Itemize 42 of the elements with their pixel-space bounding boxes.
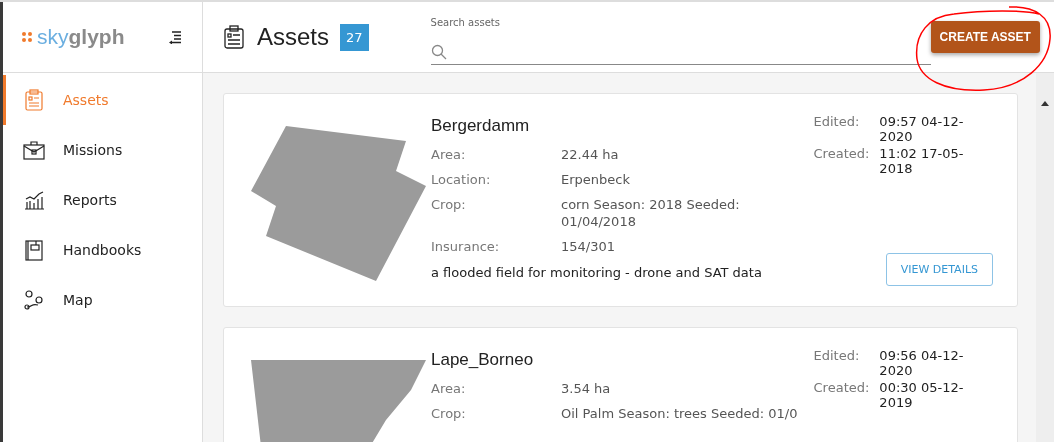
book-icon [23,239,45,261]
logo: skyglyph [22,25,125,49]
field-label: Crop: [431,196,467,214]
edited-date: 09:57 04-12-2020 [879,114,965,144]
edited-label: Edited: [813,114,861,131]
created-date: 00:30 05-12-2019 [879,380,965,410]
field-value: Oil Palm Season: trees Seeded: 01/0 [561,405,799,422]
field-label: Location: [431,171,492,188]
asset-count: 27 [340,23,369,51]
clipboard-icon [223,25,245,49]
scroll-up-icon[interactable] [1041,101,1049,106]
field-value: Erpenbeck [561,171,631,188]
created-date: 11:02 17-05-2018 [879,146,965,176]
created-label: Created: [813,380,870,397]
map-pins-icon [23,289,45,311]
edited-date: 09:56 04-12-2020 [879,348,965,378]
page-title: Assets [257,23,330,51]
search-field[interactable]: Search assets [430,17,931,65]
asset-name: Lape_Borneo [431,350,535,370]
field-value: 22.44 ha [561,146,620,163]
sidebar-item[interactable]: Map [3,275,202,325]
asset-description: a flooded field for monitoring - drone and SAT data [431,265,763,280]
created-label: Created: [813,146,870,163]
field-value: corn Season: 2018 Seeded: 01/04/2018 [561,196,741,230]
briefcase-icon [23,139,45,161]
asset-name: Bergerdamm [431,116,531,136]
scrollbar[interactable] [1036,73,1054,442]
edited-label: Edited: [813,348,861,365]
collapse-menu-icon[interactable] [168,30,182,44]
chart-icon [23,189,45,211]
field-label: Area: [431,146,467,163]
sidebar-item[interactable]: Handbooks [3,225,202,275]
search-icon [430,44,447,60]
create-asset-button[interactable]: CREATE ASSET [930,21,1040,53]
field-value: 154/301 [561,238,616,255]
field-label: Crop: [431,405,467,422]
sidebar-item[interactable]: Missions [3,125,202,175]
clipboard-icon [23,89,45,111]
sidebar-item[interactable]: Reports [3,175,202,225]
field-label: Insurance: [431,238,501,255]
field-label: Area: [431,380,467,397]
field-value: 3.54 ha [561,380,612,397]
